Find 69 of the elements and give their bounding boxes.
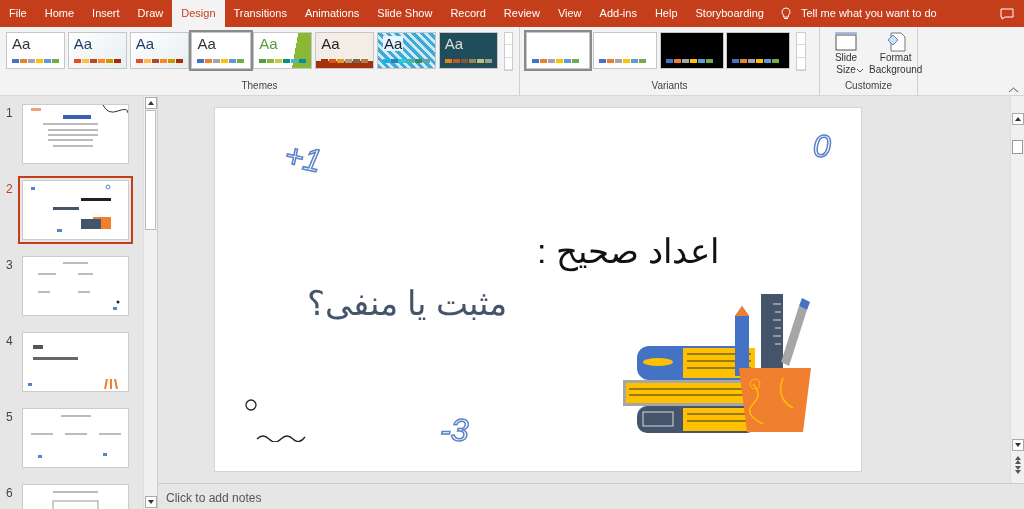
notes-placeholder[interactable]: Click to add notes <box>166 489 262 507</box>
ribbon-tab[interactable]: Draw <box>128 0 173 27</box>
slide-number: 6 <box>6 485 14 502</box>
slide-title: اعداد صحیح : <box>537 231 720 274</box>
slide-thumbnail[interactable] <box>22 104 129 164</box>
ribbon-tab[interactable]: Slide Show <box>368 0 442 27</box>
down-arrow-icon <box>147 500 154 504</box>
slide-thumbnail[interactable] <box>22 332 129 392</box>
previous-slide-icon[interactable] <box>1013 455 1022 464</box>
group-label: Variants <box>650 79 689 93</box>
slide-number: 4 <box>6 333 14 350</box>
scroll-thumb[interactable] <box>1012 140 1023 154</box>
collapse-ribbon-icon[interactable] <box>1009 87 1018 93</box>
theme-thumbnail[interactable]: Aa <box>253 32 313 69</box>
gallery-scrollbar[interactable] <box>503 32 513 71</box>
theme-thumbnail[interactable]: Aa <box>315 32 375 69</box>
gallery-scrollbar[interactable] <box>796 32 806 71</box>
variant-thumbnail[interactable] <box>726 32 791 69</box>
group-label: Themes <box>240 79 279 93</box>
slide-number: 2 <box>6 181 14 198</box>
circle-icon <box>245 399 257 411</box>
up-arrow-icon <box>1014 117 1021 121</box>
ribbon-tab[interactable]: Help <box>645 0 687 27</box>
scroll-up-button[interactable] <box>144 97 157 109</box>
scroll-down-button[interactable] <box>1011 439 1024 451</box>
slide-size-button[interactable]: Slide Size <box>826 32 866 76</box>
number-decoration: 0 <box>813 130 831 162</box>
ribbon-tab[interactable]: Review <box>494 0 549 27</box>
slide-number: 3 <box>6 257 14 274</box>
scroll-down-button[interactable] <box>144 496 157 508</box>
scroll-thumb[interactable] <box>145 110 156 230</box>
theme-thumbnail[interactable]: Aa <box>376 32 437 69</box>
slide-number: 1 <box>6 105 14 122</box>
slide-thumbnail[interactable] <box>22 256 129 316</box>
lightbulb-icon <box>781 7 791 20</box>
format-background-button[interactable]: Format Background <box>866 32 926 76</box>
variant-thumbnail[interactable] <box>592 32 657 69</box>
theme-thumbnail[interactable]: Aa <box>6 32 66 69</box>
next-slide-icon[interactable] <box>1013 466 1022 475</box>
variant-thumbnail[interactable] <box>526 32 590 69</box>
ribbon-tab[interactable]: View <box>548 0 591 27</box>
tell-me-field[interactable]: Tell me what you want to do <box>799 4 949 23</box>
down-arrow-icon <box>1014 443 1021 447</box>
ribbon-tab[interactable]: Record <box>441 0 495 27</box>
squiggle-icon <box>256 432 306 442</box>
ribbon-tab[interactable]: Animations <box>295 0 369 27</box>
number-decoration: +1 <box>282 138 325 178</box>
scroll-up-button[interactable] <box>1011 113 1024 125</box>
number-decoration: -3 <box>440 414 469 446</box>
slide-number: 5 <box>6 409 14 426</box>
ribbon-tab[interactable]: File <box>0 0 36 27</box>
theme-thumbnail[interactable]: Aa <box>129 32 189 69</box>
variant-thumbnail[interactable] <box>659 32 724 69</box>
ribbon-tab[interactable]: Transitions <box>224 0 296 27</box>
slide-thumbnail[interactable] <box>22 408 129 468</box>
slide-size-icon <box>834 32 858 52</box>
theme-thumbnail[interactable]: Aa <box>67 32 127 69</box>
ribbon-tab[interactable]: Insert <box>83 0 129 27</box>
group-label: Customize <box>843 79 894 93</box>
theme-thumbnail[interactable]: Aa <box>438 32 498 69</box>
theme-thumbnail[interactable]: Aa <box>191 32 251 69</box>
up-arrow-icon <box>147 101 154 105</box>
comments-icon[interactable] <box>1000 8 1014 21</box>
caret-icon <box>857 69 863 73</box>
ribbon-tab[interactable]: Design <box>172 0 225 27</box>
ribbon-tab[interactable]: Home <box>35 0 84 27</box>
slide-subtitle: مثبت یا منفی؟ <box>307 283 507 324</box>
ribbon-tab[interactable]: Storyboarding <box>686 0 773 27</box>
ribbon-tab[interactable]: Add-ins <box>590 0 646 27</box>
